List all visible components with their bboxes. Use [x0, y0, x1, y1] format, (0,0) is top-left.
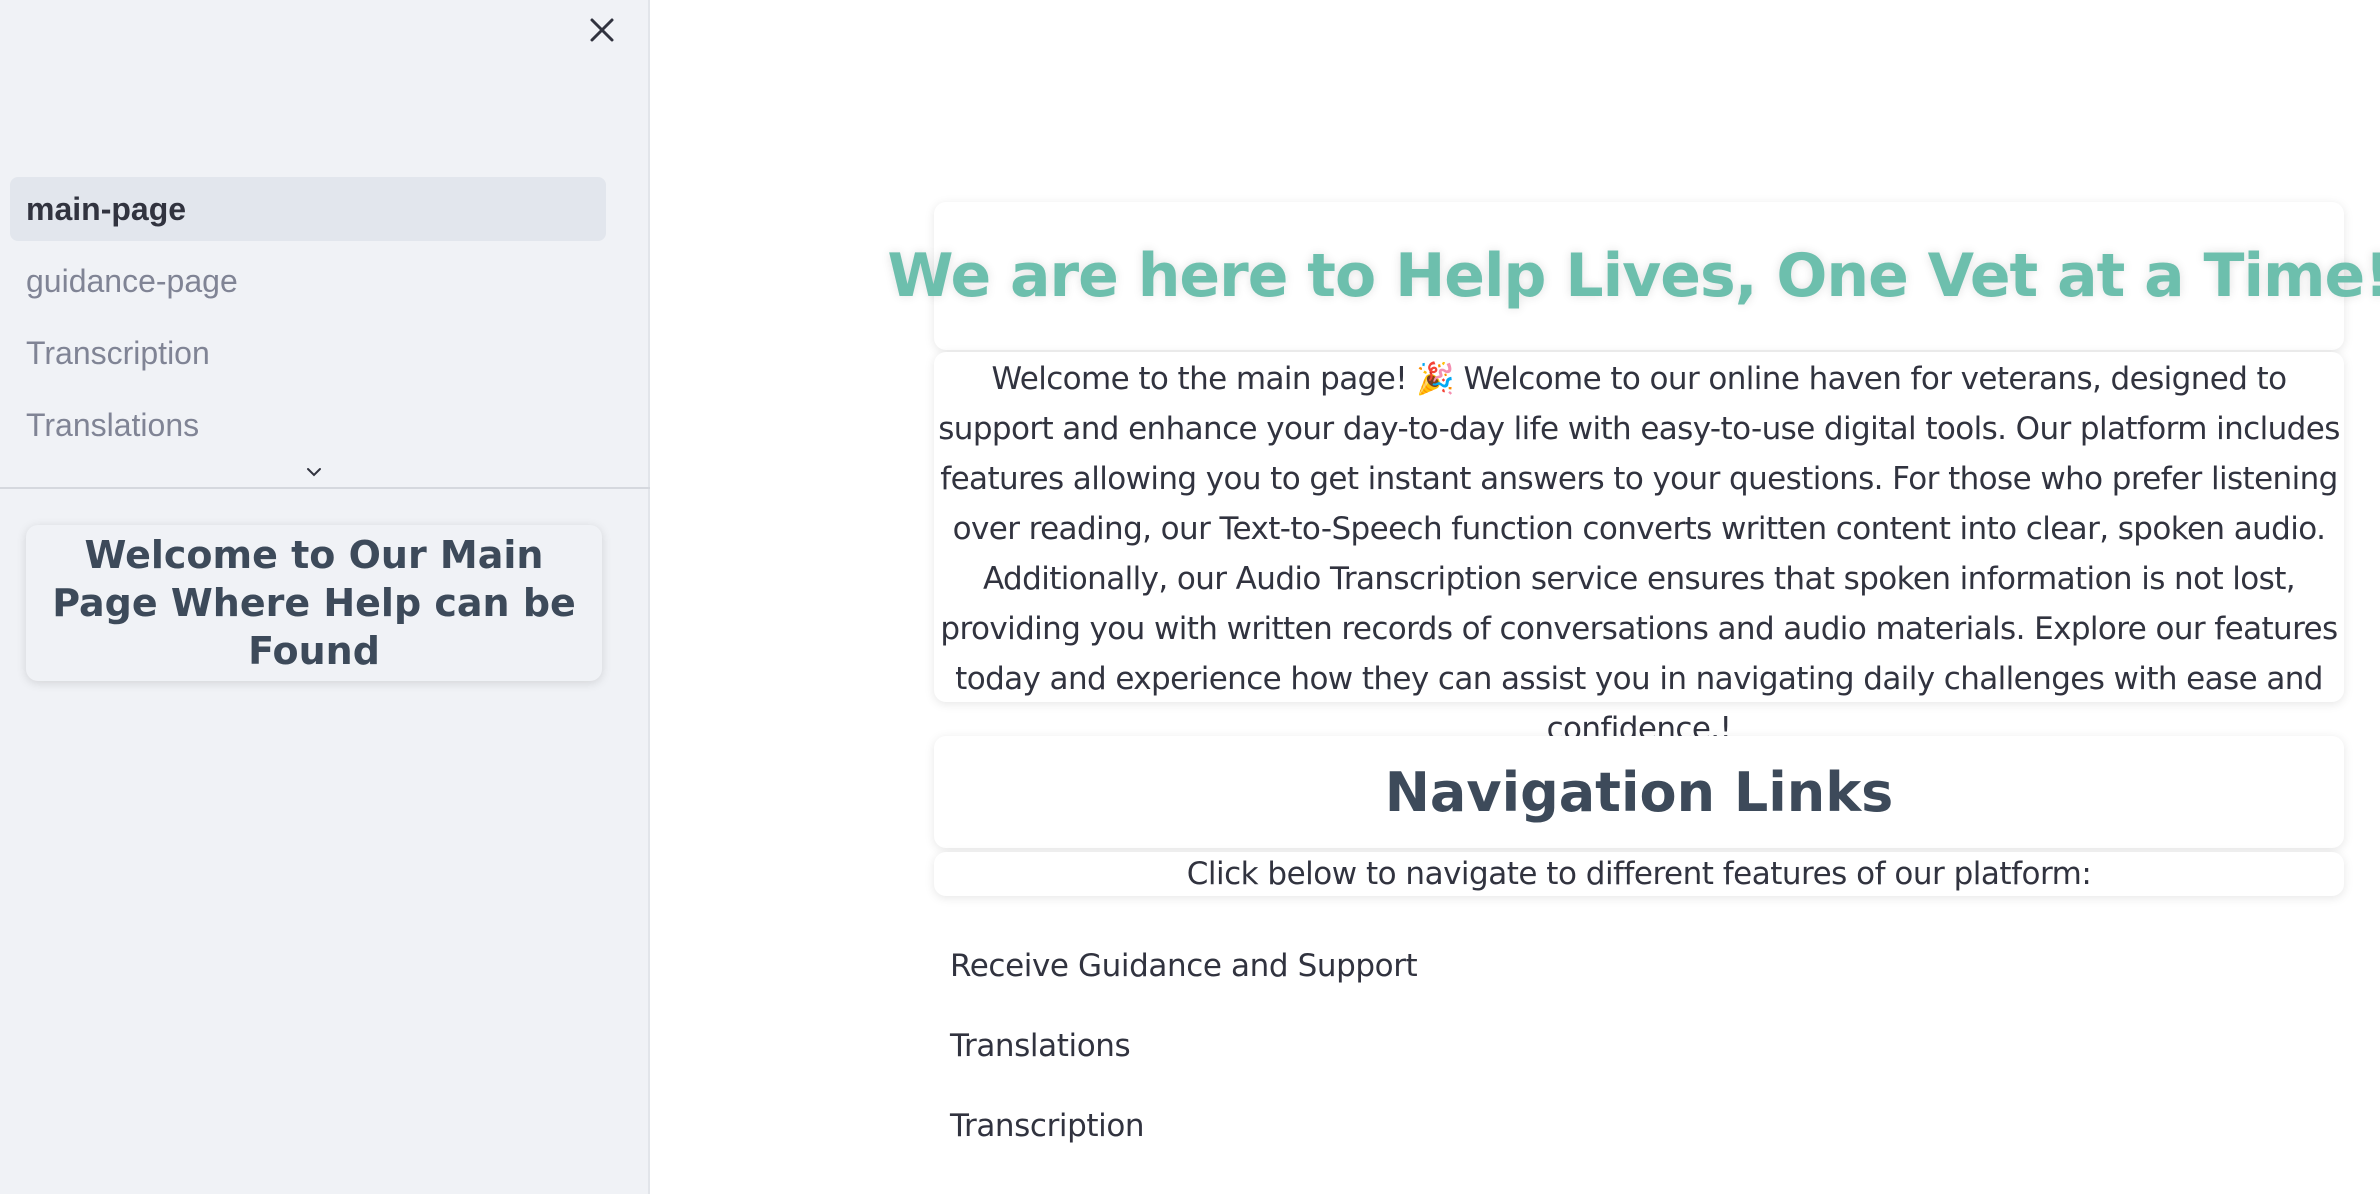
navigation-link-list: Receive Guidance and Support Translation… — [950, 926, 1418, 1166]
expand-nav-button[interactable] — [302, 460, 326, 484]
chevron-down-icon — [307, 468, 321, 477]
close-icon — [590, 18, 614, 42]
hero-card: We are here to Help Lives, One Vet at a … — [887, 202, 2380, 350]
navigation-header-card: Navigation Links — [934, 736, 2344, 848]
sidebar-item-main-page[interactable]: main-page — [10, 177, 606, 241]
link-guidance-support[interactable]: Receive Guidance and Support — [950, 926, 1418, 1006]
hero-title: We are here to Help Lives, One Vet at a … — [887, 241, 2380, 311]
sidebar: main-page guidance-page Transcription Tr… — [0, 0, 650, 1194]
sidebar-welcome-card: Welcome to Our Main Page Where Help can … — [26, 525, 602, 681]
intro-card: Welcome to the main page! 🎉 Welcome to o… — [934, 352, 2344, 747]
link-translations[interactable]: Translations — [950, 1006, 1417, 1086]
navigation-subtitle: Click below to navigate to different fea… — [1186, 856, 2092, 892]
intro-text: Welcome to the main page! 🎉 Welcome to o… — [938, 361, 2340, 747]
sidebar-nav: main-page guidance-page Transcription Tr… — [10, 177, 606, 465]
navigation-header: Navigation Links — [1384, 760, 1894, 824]
sidebar-item-guidance-page[interactable]: guidance-page — [10, 249, 606, 313]
navigation-subtitle-card: Click below to navigate to different fea… — [934, 852, 2344, 896]
close-sidebar-button[interactable] — [582, 10, 622, 50]
link-transcription[interactable]: Transcription — [950, 1086, 1417, 1166]
sidebar-item-translations[interactable]: Translations — [10, 393, 606, 457]
sidebar-item-transcription[interactable]: Transcription — [10, 321, 606, 385]
sidebar-divider — [0, 487, 650, 489]
sidebar-card-title: Welcome to Our Main Page Where Help can … — [52, 533, 576, 673]
